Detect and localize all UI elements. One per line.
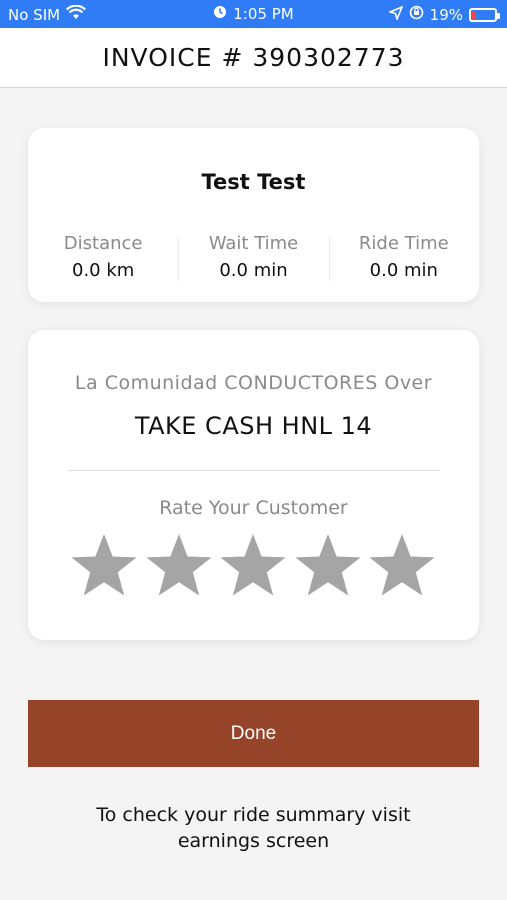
- location-icon: [387, 5, 404, 24]
- battery-level: [472, 10, 476, 19]
- stat-wait-time: Wait Time 0.0 min: [178, 233, 328, 285]
- stat-label: Ride Time: [358, 233, 449, 254]
- battery-percent: 19%: [429, 5, 463, 24]
- stat-value: 0.0 km: [72, 260, 135, 281]
- page-title: INVOICE # 390302773: [0, 28, 507, 88]
- alarm-icon: [213, 5, 227, 23]
- invoice-screen: No SIM 1:05 PM 19% INVOICE # 390302773 T…: [0, 0, 507, 900]
- status-right: 19%: [387, 5, 500, 24]
- star-icon-2[interactable]: [143, 530, 215, 602]
- star-icon-5[interactable]: [366, 530, 438, 602]
- trip-summary-card: Test Test Distance 0.0 km Wait Time 0.0 …: [28, 128, 479, 302]
- star-icon-1[interactable]: [68, 530, 140, 602]
- trip-stats: Distance 0.0 km Wait Time 0.0 min Ride T…: [28, 233, 479, 285]
- payment-amount: TAKE CASH HNL 14: [134, 412, 373, 440]
- done-button[interactable]: Done: [28, 700, 479, 767]
- star-icon-3[interactable]: [217, 530, 289, 602]
- earnings-hint: To check your ride summary visit earning…: [96, 804, 411, 852]
- star-icon-4[interactable]: [292, 530, 364, 602]
- orientation-lock-icon: [409, 5, 424, 24]
- stat-value: 0.0 min: [369, 260, 438, 281]
- star-rating: [68, 530, 438, 602]
- divider: [68, 470, 439, 471]
- status-bar: No SIM 1:05 PM 19%: [0, 0, 507, 28]
- stat-label: Wait Time: [208, 233, 299, 254]
- battery-icon: [469, 7, 500, 22]
- stat-ride-time: Ride Time 0.0 min: [328, 233, 479, 285]
- payment-rating-card: La Comunidad CONDUCTORES Over TAKE CASH …: [28, 330, 479, 640]
- stat-value: 0.0 min: [219, 260, 288, 281]
- status-time: 1:05 PM: [233, 5, 294, 23]
- stat-label: Distance: [63, 233, 143, 254]
- rate-customer-label: Rate Your Customer: [159, 497, 348, 519]
- stat-distance: Distance 0.0 km: [28, 233, 178, 285]
- company-name: La Comunidad CONDUCTORES Over: [74, 372, 433, 394]
- customer-name: Test Test: [201, 170, 306, 194]
